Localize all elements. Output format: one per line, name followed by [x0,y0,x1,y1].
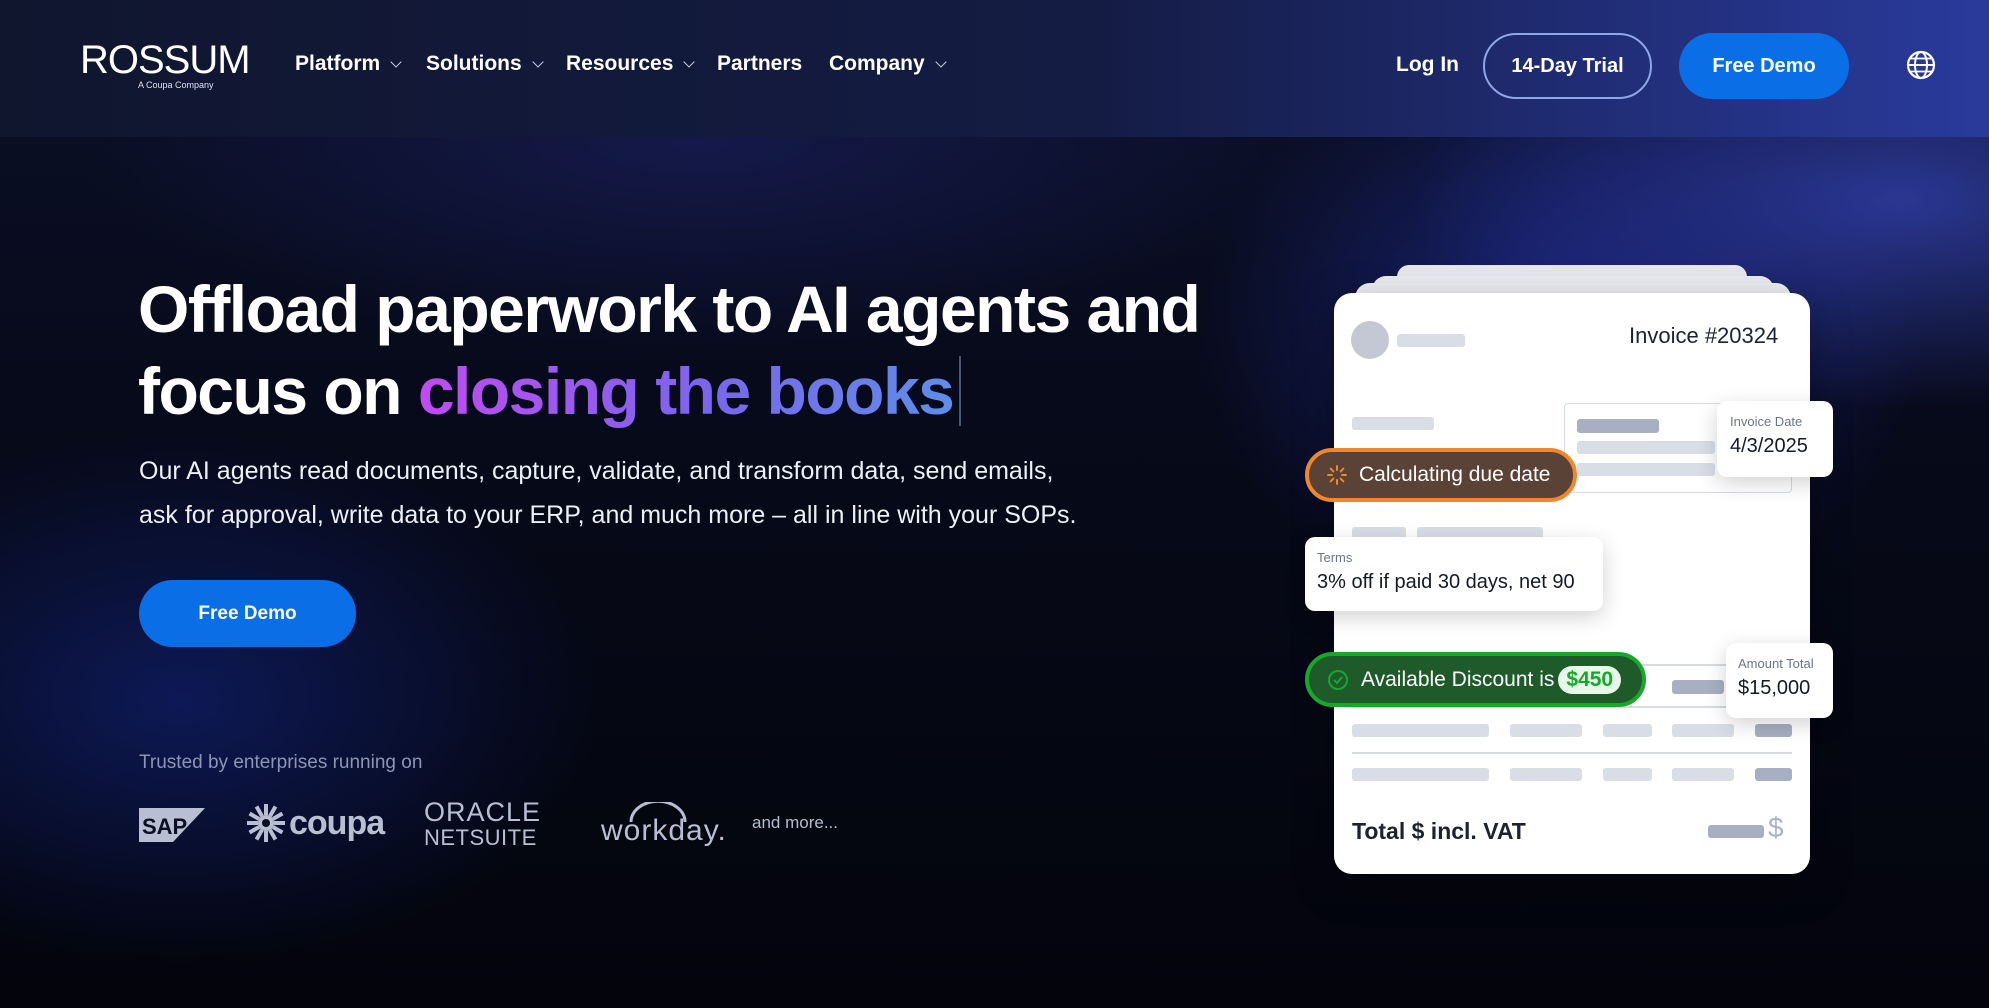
terms-label: Terms [1317,550,1353,565]
login-link[interactable]: Log In [1396,53,1459,77]
placeholder-bar [1672,680,1724,694]
nav-company[interactable]: Company [829,52,947,76]
vendor-avatar [1351,321,1389,359]
table-divider [1352,752,1792,754]
nav-platform-label: Platform [295,52,381,75]
table-cell-placeholder [1672,768,1734,781]
chevron-down-icon [532,55,544,68]
nav-solutions[interactable]: Solutions [426,52,544,76]
typing-cursor [959,356,962,426]
subtext-line-1: Our AI agents read documents, capture, v… [139,457,1054,485]
table-cell-placeholder [1755,768,1792,781]
vendor-name-placeholder [1397,334,1465,347]
discount-label: Available Discount is [1361,667,1555,691]
amount-total-value: $15,000 [1738,677,1811,699]
headline-line-2: focus on closing the books [138,350,1218,432]
discount-amount: $450 [1558,665,1622,694]
invoice-date-value: 4/3/2025 [1730,435,1808,457]
nav-platform[interactable]: Platform [295,52,402,76]
headline-highlight: closing the books [417,354,955,428]
coupa-logo: coupa [246,803,385,843]
placeholder-bar [1577,419,1659,433]
amount-total-popup: Amount Total $15,000 [1726,643,1833,718]
calculating-text: Calculating due date [1359,463,1551,486]
chevron-down-icon [390,55,402,68]
logo-wordmark: ROSSUM [80,38,251,82]
nav-solutions-label: Solutions [426,52,522,75]
hero-subtext: Our AI agents read documents, capture, v… [139,449,1139,537]
nav-partners-label: Partners [717,52,803,75]
rossum-logo[interactable]: ROSSUM A Coupa Company [80,38,251,92]
logo-subtitle: A Coupa Company [138,80,214,90]
headline-line-1: Offload paperwork to AI agents and [138,272,1201,346]
table-cell-placeholder [1510,724,1582,737]
placeholder-bar [1577,441,1715,454]
placeholder-bar [1577,463,1715,476]
nav-partners[interactable]: Partners [717,52,802,76]
invoice-title: Invoice #20324 [1629,323,1779,348]
terms-value: 3% off if paid 30 days, net 90 [1317,571,1575,593]
sap-logo: SAP [139,808,205,842]
amount-total-label: Amount Total [1738,656,1814,671]
table-cell-placeholder [1672,724,1734,737]
total-value-placeholder [1708,825,1764,838]
oracle-text: ORACLE [424,797,542,827]
placeholder-bar [1352,417,1434,430]
table-cell-placeholder [1352,724,1489,737]
calculating-due-date-pill: Calculating due date [1305,448,1577,502]
terms-popup: Terms 3% off if paid 30 days, net 90 [1305,537,1603,611]
total-label: Total $ incl. VAT [1352,818,1526,844]
chevron-down-icon [683,55,696,68]
check-circle-icon [1328,669,1348,690]
hero-headline: Offload paperwork to AI agents and focus… [138,268,1218,432]
sap-logo-text: SAP [142,814,187,839]
table-cell-placeholder [1352,768,1489,781]
netsuite-text: NETSUITE [424,825,537,850]
nav-resources-label: Resources [566,52,674,75]
trusted-label: Trusted by enterprises running on [139,752,423,773]
coupa-logo-text: coupa [289,803,385,842]
table-cell-placeholder [1510,768,1582,781]
dollar-icon: $ [1768,812,1784,843]
top-navbar: ROSSUM A Coupa Company Platform Solution… [0,0,1989,137]
invoice-date-popup: Invoice Date 4/3/2025 [1717,401,1833,477]
invoice-date-label: Invoice Date [1730,414,1803,429]
nav-free-demo-button[interactable]: Free Demo [1679,33,1849,99]
table-cell-placeholder [1603,724,1652,737]
workday-text: workday. [601,814,727,847]
trial-button[interactable]: 14-Day Trial [1483,33,1652,99]
chevron-down-icon [935,55,947,68]
table-cell-placeholder [1603,768,1652,781]
nav-resources[interactable]: Resources [566,52,696,76]
workday-logo: workday. [601,799,726,848]
nav-company-label: Company [829,52,925,75]
sap-logo-mark: SAP [139,808,205,842]
headline-prefix: focus on [138,354,418,428]
oracle-netsuite-logo: ORACLE NETSUITE [424,798,556,850]
table-cell-placeholder [1755,724,1792,737]
available-discount-pill: Available Discount is $450 [1305,652,1646,707]
and-more-text: and more... [752,813,838,832]
spinner-icon [1327,465,1347,485]
globe-icon[interactable] [1905,49,1937,81]
coupa-burst-icon [247,804,285,842]
hero-free-demo-button[interactable]: Free Demo [139,580,356,647]
subtext-line-2: ask for approval, write data to your ERP… [139,501,1077,529]
